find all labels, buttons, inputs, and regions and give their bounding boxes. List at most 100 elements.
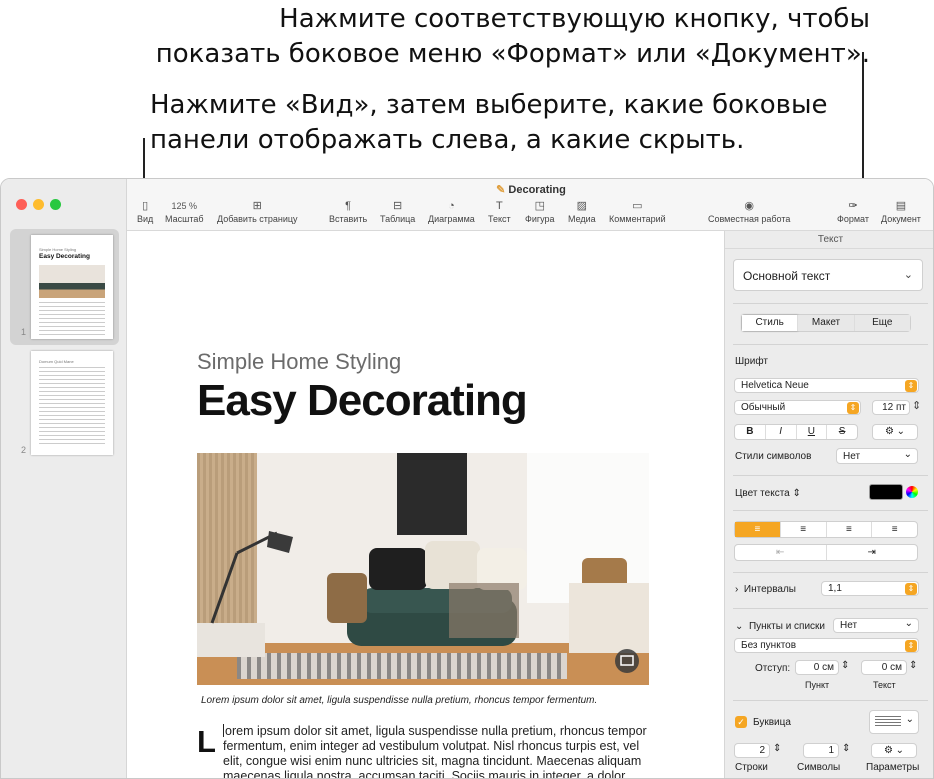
dropcap-preview-icon bbox=[875, 716, 901, 728]
tab-style[interactable]: Стиль bbox=[742, 315, 799, 331]
document-button[interactable]: ▤ Документ bbox=[881, 199, 921, 224]
page-thumbnail-1[interactable]: Simple Home Styling Easy Decorating bbox=[31, 235, 113, 339]
add-page-button[interactable]: ⊞ Добавить страницу bbox=[217, 199, 298, 224]
indent-bullet-field[interactable]: 0 см bbox=[795, 660, 839, 675]
bullet-type-popup[interactable]: Без пунктов ⇕ bbox=[734, 638, 919, 653]
decrease-indent-button[interactable]: ⇤ bbox=[735, 545, 827, 560]
add-page-label: Добавить страницу bbox=[217, 214, 298, 224]
body-text[interactable]: orem ipsum dolor sit amet, ligula suspen… bbox=[223, 724, 653, 778]
close-window-button[interactable] bbox=[16, 199, 27, 210]
text-options-button[interactable]: ⚙ ⌄ bbox=[872, 424, 918, 440]
divider bbox=[733, 572, 928, 573]
zoom-button[interactable]: 125 % Масштаб bbox=[165, 199, 204, 224]
color-wheel-icon[interactable] bbox=[906, 486, 918, 498]
view-label: Вид bbox=[137, 214, 154, 224]
underline-button[interactable]: U bbox=[797, 425, 828, 439]
page-thumbnail-2[interactable]: Domum Quid Mane bbox=[31, 351, 113, 455]
dropcap-style-popup[interactable]: ⌄ bbox=[869, 710, 919, 734]
photo-caption[interactable]: Lorem ipsum dolor sit amet, ligula suspe… bbox=[201, 695, 597, 706]
font-name-value: Helvetica Neue bbox=[741, 380, 809, 391]
font-name-popup[interactable]: Helvetica Neue ⇕ bbox=[734, 378, 919, 393]
lines-field[interactable]: 2 bbox=[734, 743, 770, 758]
italic-button[interactable]: I bbox=[766, 425, 797, 439]
toolbar: ✎ Decorating ▯ Вид 125 % Масштаб ⊞ Добавить… bbox=[127, 179, 933, 231]
stepper-icon[interactable]: ⇕ bbox=[842, 743, 850, 754]
sidebar-icon: ▯ bbox=[142, 200, 149, 212]
collaborate-button[interactable]: ◉ Совместная работа bbox=[708, 199, 790, 224]
chart-label: Диаграмма bbox=[428, 214, 475, 224]
document-icon: ▤ bbox=[895, 200, 907, 212]
bullets-label-text: Пункты и списки bbox=[748, 621, 826, 632]
table-button[interactable]: ⊟ Таблица bbox=[380, 199, 415, 224]
tab-layout[interactable]: Макет bbox=[798, 315, 855, 331]
alignment-buttons: ≡ ≡ ≡ ≡ bbox=[734, 521, 918, 538]
text-color-well[interactable] bbox=[869, 484, 903, 500]
divider bbox=[733, 608, 928, 609]
page-number: 1 bbox=[21, 327, 27, 337]
spacing-popup[interactable]: 1,1 ⇕ bbox=[821, 581, 919, 596]
media-button[interactable]: ▨ Медиа bbox=[568, 199, 596, 224]
room-photo[interactable] bbox=[197, 453, 649, 685]
document-title[interactable]: Easy Decorating bbox=[197, 376, 528, 426]
text-cursor bbox=[223, 724, 224, 737]
comment-label: Комментарий bbox=[609, 214, 666, 224]
format-button[interactable]: ✑ Формат bbox=[837, 199, 869, 224]
zoom-window-button[interactable] bbox=[50, 199, 61, 210]
inspector-header: Текст bbox=[725, 231, 933, 249]
justify-button[interactable]: ≡ bbox=[872, 522, 917, 537]
params-label: Параметры bbox=[866, 762, 920, 773]
dropcap-checkbox[interactable]: ✓ bbox=[735, 716, 747, 728]
thumbnail-subtitle: Simple Home Styling bbox=[39, 247, 77, 252]
indent-text-field[interactable]: 0 см bbox=[861, 660, 907, 675]
document-canvas[interactable]: Simple Home Styling Easy Decorating Lore… bbox=[127, 231, 724, 778]
chevron-down-icon: ⌄ bbox=[903, 269, 913, 281]
minimize-window-button[interactable] bbox=[33, 199, 44, 210]
chart-button[interactable]: ◔ Диаграмма bbox=[428, 199, 475, 224]
text-label: Текст bbox=[488, 214, 511, 224]
paragraph-style-value: Основной текст bbox=[743, 269, 831, 283]
tab-more[interactable]: Еще bbox=[854, 315, 910, 331]
thumbnail-text-lines bbox=[39, 367, 105, 447]
shape-button[interactable]: ◳ Фигура bbox=[525, 199, 555, 224]
align-right-button[interactable]: ≡ bbox=[827, 522, 873, 537]
char-styles-popup[interactable]: Нет ⌄ bbox=[836, 448, 918, 464]
popup-arrows-icon: ⇕ bbox=[905, 640, 917, 652]
popup-arrows-icon: ⇕ bbox=[847, 402, 859, 414]
pages-window: Simple Home Styling Easy Decorating 1 Do… bbox=[0, 178, 934, 779]
paragraph-icon: ¶ bbox=[345, 200, 352, 212]
view-button[interactable]: ▯ Вид bbox=[137, 199, 153, 224]
stepper-icon[interactable]: ⇕ bbox=[909, 660, 917, 671]
zoom-value: 125 % bbox=[171, 201, 198, 211]
divider bbox=[733, 475, 928, 476]
drop-cap[interactable]: L bbox=[197, 724, 216, 760]
document-subtitle[interactable]: Simple Home Styling bbox=[197, 349, 401, 375]
indent-text-value: 0 см bbox=[881, 662, 902, 673]
font-face-popup[interactable]: Обычный ⇕ bbox=[734, 400, 861, 415]
strikethrough-button[interactable]: S bbox=[827, 425, 857, 439]
dropcap-options-button[interactable]: ⚙ ⌄ bbox=[871, 743, 917, 758]
thumbnail-title: Easy Decorating bbox=[39, 253, 90, 260]
align-center-button[interactable]: ≡ bbox=[781, 522, 827, 537]
indent-bullet-value: 0 см bbox=[813, 662, 834, 673]
bullets-label[interactable]: ⌄ Пункты и списки bbox=[735, 621, 825, 632]
text-color-label-text: Цвет текста bbox=[735, 488, 790, 499]
comment-button[interactable]: ▭ Комментарий bbox=[609, 199, 666, 224]
insert-button[interactable]: ¶ Вставить bbox=[329, 199, 367, 224]
bold-button[interactable]: B bbox=[735, 425, 766, 439]
spacing-label[interactable]: › Интервалы bbox=[735, 584, 796, 595]
stepper-icon[interactable]: ⇕ bbox=[912, 399, 921, 412]
align-left-button[interactable]: ≡ bbox=[735, 522, 781, 537]
stepper-icon[interactable]: ⇕ bbox=[841, 660, 849, 671]
stepper-icon[interactable]: ⇕ bbox=[773, 743, 781, 754]
text-button[interactable]: T Текст bbox=[488, 199, 511, 224]
chars-field[interactable]: 1 bbox=[803, 743, 839, 758]
indent-buttons: ⇤ ⇥ bbox=[734, 544, 918, 561]
comment-icon: ▭ bbox=[632, 200, 643, 212]
increase-indent-button[interactable]: ⇥ bbox=[827, 545, 918, 560]
divider bbox=[733, 700, 928, 701]
body-text-content[interactable]: orem ipsum dolor sit amet, ligula suspen… bbox=[223, 724, 647, 778]
bullets-popup[interactable]: Нет ⌄ bbox=[833, 618, 919, 633]
divider bbox=[733, 344, 928, 345]
font-size-field[interactable]: 12 пт bbox=[872, 400, 910, 415]
paragraph-style-popup[interactable]: Основной текст ⌄ bbox=[733, 259, 923, 291]
